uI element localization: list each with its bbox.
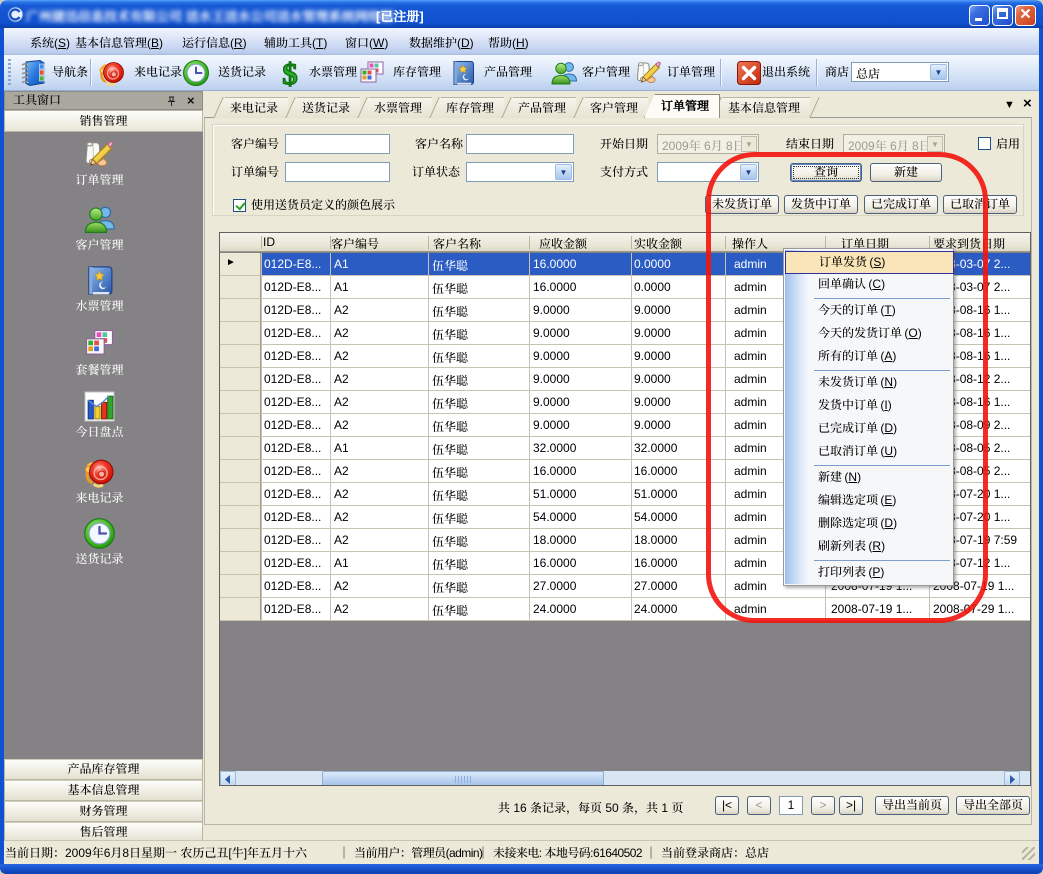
svg-text:$: $	[282, 59, 298, 87]
